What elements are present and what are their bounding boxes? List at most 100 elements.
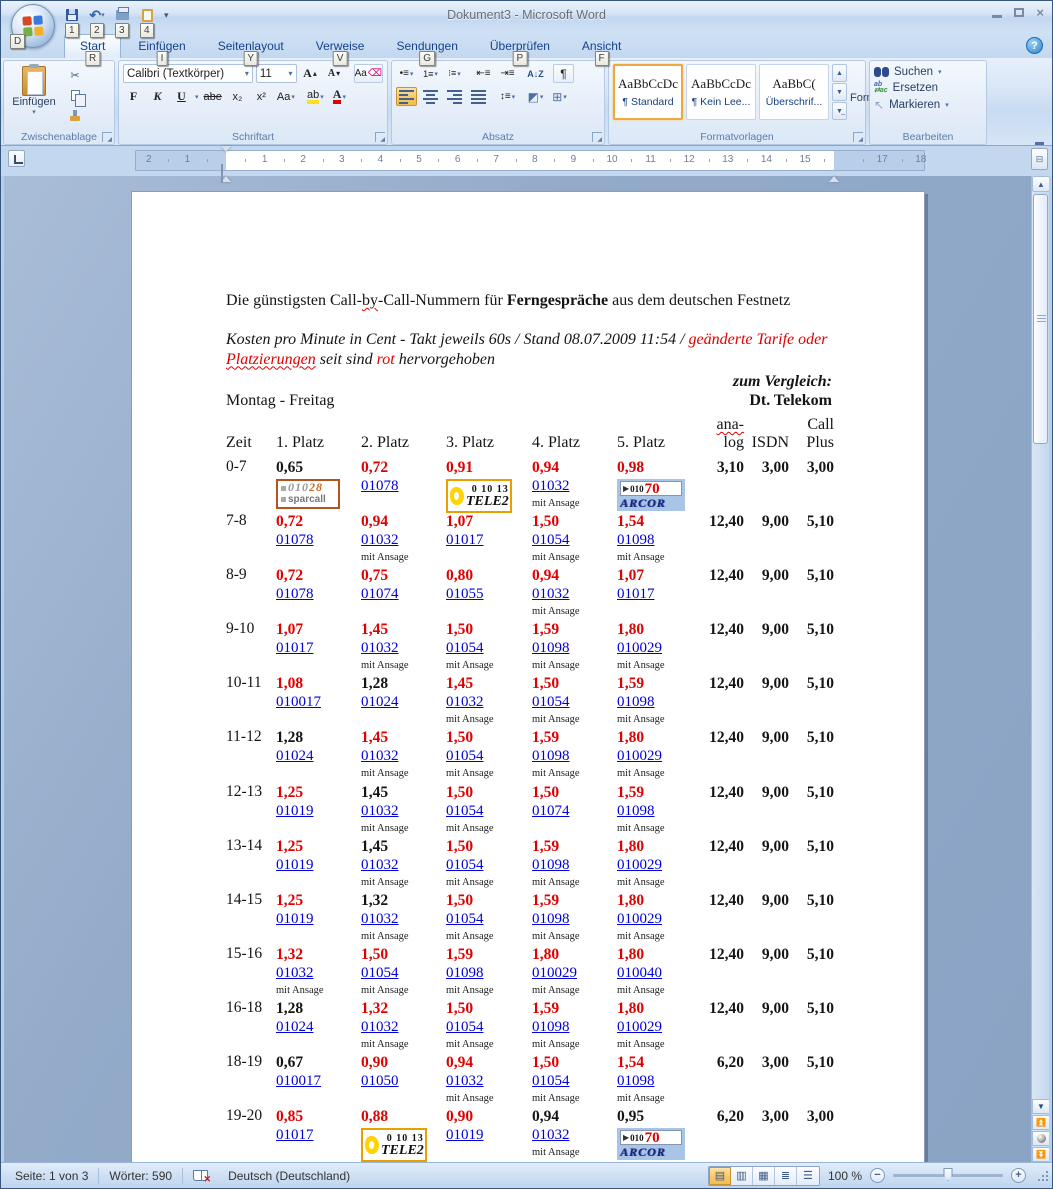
- shrink-font-button[interactable]: A▾: [324, 64, 345, 83]
- tab-ansicht[interactable]: AnsichtF: [567, 35, 636, 58]
- paste-button[interactable]: Einfügen ▾: [8, 64, 60, 128]
- next-page-button[interactable]: ⏬: [1032, 1147, 1050, 1162]
- tab-überprüfen[interactable]: ÜberprüfenP: [475, 35, 565, 58]
- document-page[interactable]: Die günstigsten Call-by-Call-Nummern für…: [131, 191, 925, 1162]
- dial-number-link[interactable]: 010029: [617, 747, 662, 766]
- numbering-button[interactable]: 1≡▾: [420, 64, 441, 83]
- styles-dialog-launcher[interactable]: [853, 132, 863, 142]
- bullets-button[interactable]: •≡▾: [396, 64, 417, 83]
- dial-number-link[interactable]: 01098: [532, 910, 570, 929]
- dial-number-link[interactable]: 010029: [532, 964, 577, 983]
- fullscreen-reading-view-button[interactable]: ▥: [731, 1167, 753, 1185]
- office-button[interactable]: D: [11, 4, 55, 48]
- dial-number-link[interactable]: 01078: [276, 531, 314, 550]
- outline-view-button[interactable]: ≣: [775, 1167, 797, 1185]
- arcor-logo[interactable]: ▶01070ARCOR: [617, 1128, 685, 1160]
- shading-button[interactable]: ◩▾: [525, 87, 546, 106]
- dial-number-link[interactable]: 01032: [361, 910, 399, 929]
- dial-number-link[interactable]: 01032: [532, 477, 570, 496]
- styles-scroll-up-button[interactable]: ▲: [832, 64, 847, 82]
- replace-button[interactable]: ab⇄ac Ersetzen: [874, 82, 982, 94]
- maximize-button[interactable]: [1014, 8, 1024, 17]
- resize-grip[interactable]: [1038, 1171, 1048, 1181]
- split-handle[interactable]: [1035, 142, 1044, 145]
- arcor-logo[interactable]: ▶01070ARCOR: [617, 479, 685, 511]
- zoom-level-label[interactable]: 100 %: [828, 1169, 862, 1183]
- ruler-toggle-button[interactable]: ⊟: [1031, 148, 1048, 170]
- tab-sendungen[interactable]: SendungenG: [381, 35, 472, 58]
- dial-number-link[interactable]: 01024: [276, 747, 314, 766]
- tab-seitenlayout[interactable]: SeitenlayoutY: [203, 35, 299, 58]
- print-layout-view-button[interactable]: ▤: [709, 1167, 731, 1185]
- dial-number-link[interactable]: 010029: [617, 639, 662, 658]
- dial-number-link[interactable]: 01074: [532, 802, 570, 821]
- dial-number-link[interactable]: 01098: [532, 1018, 570, 1037]
- dial-number-link[interactable]: 01032: [446, 1072, 484, 1091]
- dial-number-link[interactable]: 010040: [617, 964, 662, 983]
- dial-number-link[interactable]: 01054: [532, 1072, 570, 1091]
- dial-number-link[interactable]: 01019: [276, 856, 314, 875]
- underline-button[interactable]: U: [171, 87, 192, 106]
- dial-number-link[interactable]: 01054: [361, 964, 399, 983]
- dial-number-link[interactable]: 01017: [276, 1126, 314, 1145]
- zoom-in-button[interactable]: +: [1011, 1168, 1026, 1183]
- clear-formatting-button[interactable]: Aa⌫: [354, 64, 384, 83]
- dial-number-link[interactable]: 010029: [617, 910, 662, 929]
- close-button[interactable]: ×: [1036, 6, 1044, 19]
- language-status[interactable]: Deutsch (Deutschland): [218, 1166, 360, 1186]
- style-card[interactable]: AaBbCcDc¶ Kein Lee...: [686, 64, 756, 120]
- style-card[interactable]: AaBbCcDc¶ Standard: [613, 64, 683, 120]
- superscript-button[interactable]: x²: [251, 87, 272, 106]
- dial-number-link[interactable]: 01032: [361, 531, 399, 550]
- help-button[interactable]: ?: [1026, 37, 1043, 54]
- left-indent-marker[interactable]: [221, 165, 223, 183]
- sort-button[interactable]: A↓Z: [525, 64, 546, 83]
- previous-page-button[interactable]: ⏫: [1032, 1115, 1050, 1130]
- styles-scroll-down-button[interactable]: ▼: [832, 83, 847, 101]
- font-name-combo[interactable]: Calibri (Textkörper) ▾: [123, 64, 253, 83]
- font-dialog-launcher[interactable]: [375, 132, 385, 142]
- dial-number-link[interactable]: 01019: [276, 802, 314, 821]
- cut-button[interactable]: ✂: [64, 67, 86, 84]
- borders-button[interactable]: ⊞▾: [549, 87, 570, 106]
- dial-number-link[interactable]: 01098: [532, 639, 570, 658]
- dial-number-link[interactable]: 01054: [446, 639, 484, 658]
- zoom-slider-thumb[interactable]: [944, 1168, 953, 1181]
- dial-number-link[interactable]: 01017: [617, 585, 655, 604]
- dial-number-link[interactable]: 010029: [617, 1018, 662, 1037]
- dial-number-link[interactable]: 01055: [446, 585, 484, 604]
- dial-number-link[interactable]: 01024: [361, 693, 399, 712]
- dial-number-link[interactable]: 01054: [446, 747, 484, 766]
- dial-number-link[interactable]: 01019: [446, 1126, 484, 1145]
- select-button[interactable]: ↖ Markieren ▾: [874, 98, 982, 112]
- justify-button[interactable]: [468, 87, 489, 106]
- bold-button[interactable]: F: [123, 87, 144, 106]
- minimize-button[interactable]: [992, 15, 1002, 18]
- clipboard-dialog-launcher[interactable]: [102, 132, 112, 142]
- dial-number-link[interactable]: 01098: [532, 856, 570, 875]
- align-center-button[interactable]: [420, 87, 441, 106]
- dial-number-link[interactable]: 01074: [361, 585, 399, 604]
- dial-number-link[interactable]: 01050: [361, 1072, 399, 1091]
- paragraph-dialog-launcher[interactable]: [592, 132, 602, 142]
- zoom-slider[interactable]: [893, 1174, 1003, 1177]
- dial-number-link[interactable]: 01024: [276, 1018, 314, 1037]
- dial-number-link[interactable]: 01032: [361, 802, 399, 821]
- browse-object-button[interactable]: [1032, 1131, 1050, 1146]
- zoom-out-button[interactable]: −: [870, 1168, 885, 1183]
- dial-number-link[interactable]: 01078: [276, 585, 314, 604]
- dial-number-link[interactable]: 01054: [532, 693, 570, 712]
- change-case-button[interactable]: Aa▾: [275, 87, 297, 106]
- increase-indent-button[interactable]: ⇥≡: [497, 64, 518, 83]
- dial-number-link[interactable]: 01054: [446, 802, 484, 821]
- grow-font-button[interactable]: A▴: [300, 64, 321, 83]
- dial-number-link[interactable]: 01017: [276, 639, 314, 658]
- font-color-button[interactable]: A▾: [329, 87, 350, 106]
- dial-number-link[interactable]: 01032: [361, 747, 399, 766]
- dial-number-link[interactable]: 010029: [617, 856, 662, 875]
- word-count-status[interactable]: Wörter: 590: [99, 1166, 182, 1186]
- show-paragraph-marks-button[interactable]: ¶: [553, 64, 574, 83]
- dial-number-link[interactable]: 01098: [617, 693, 655, 712]
- draft-view-button[interactable]: ☰: [797, 1167, 819, 1185]
- right-indent-marker[interactable]: [829, 159, 839, 177]
